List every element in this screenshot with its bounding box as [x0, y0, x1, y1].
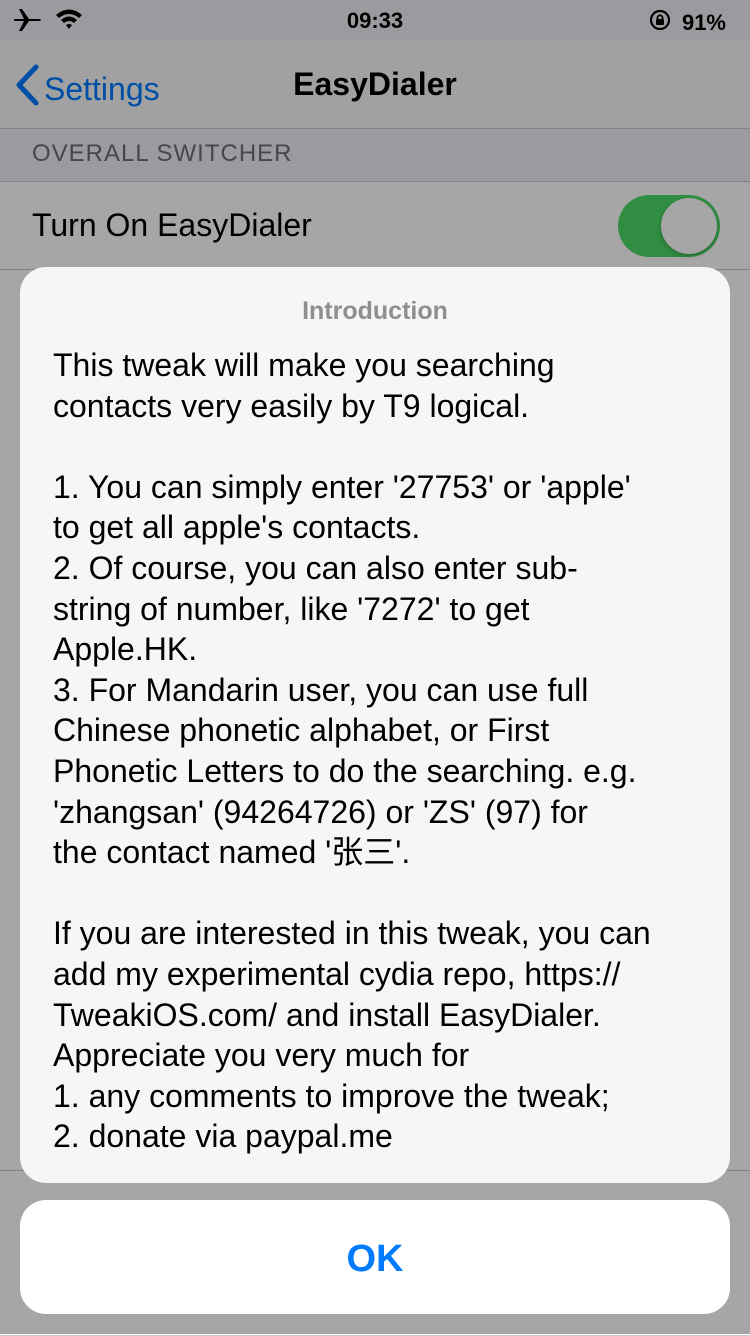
sheet-message: This tweak will make you searching conta…: [53, 347, 651, 1155]
introduction-sheet: Introduction This tweak will make you se…: [20, 267, 730, 1183]
ok-label: OK: [346, 1238, 404, 1280]
sheet-title: Introduction: [302, 297, 448, 325]
ok-button[interactable]: OK: [20, 1200, 730, 1314]
